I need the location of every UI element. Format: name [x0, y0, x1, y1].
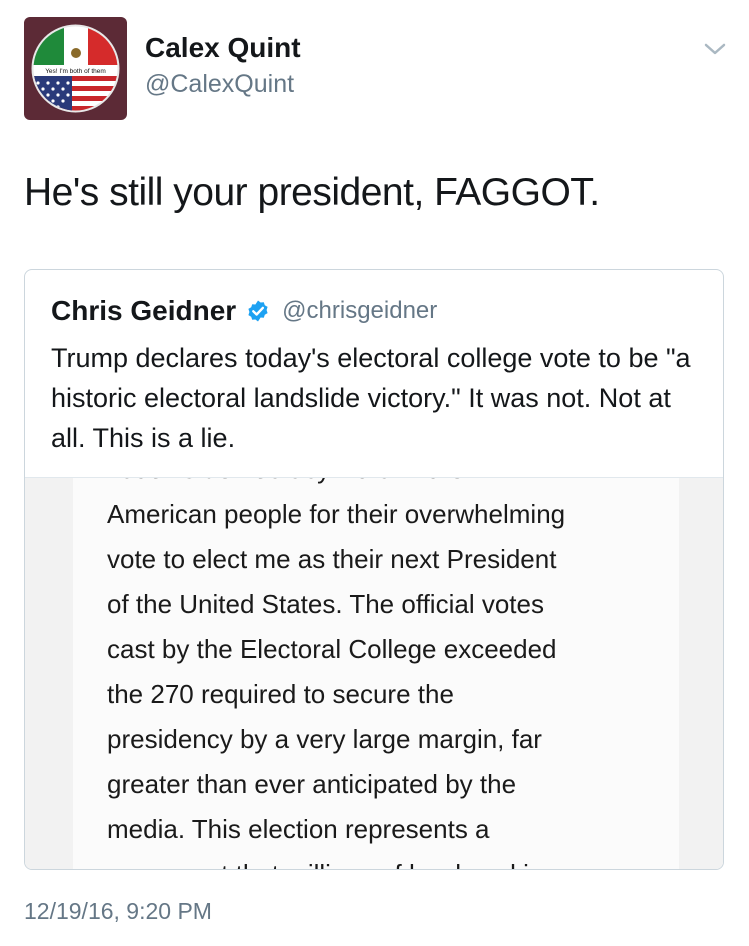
chevron-down-icon[interactable] [702, 40, 728, 58]
document-line: greater than ever anticipated by the [107, 769, 517, 799]
document-line: movement that millions of hard working [107, 852, 677, 869]
author-name[interactable]: Calex Quint [145, 34, 301, 62]
document-line: American people for their overwhelming [107, 499, 566, 529]
quoted-author-handle[interactable]: @chrisgeidner [282, 297, 437, 325]
quoted-tweet-header: Chris Geidner @chrisgeidner [51, 294, 437, 328]
document-line: the 270 required to secure the [107, 679, 454, 709]
document-line: nation's democracy. I thank the [107, 478, 677, 492]
tweet-timestamp[interactable]: 12/19/16, 9:20 PM [24, 898, 212, 925]
document-line: vote to elect me as their next President [107, 544, 557, 574]
verified-badge-icon [248, 300, 268, 322]
document-line: cast by the Electoral College exceeded [107, 634, 557, 664]
avatar[interactable]: Yes! I'm both of them [24, 17, 127, 120]
document-text: nation's democracy. I thank the American … [107, 478, 677, 869]
quoted-author-name[interactable]: Chris Geidner [51, 295, 236, 327]
quoted-media-image[interactable]: nation's democracy. I thank the American … [25, 477, 723, 869]
document-line: media. This election represents a [107, 814, 490, 844]
document-line: presidency by a very large margin, far [107, 724, 542, 754]
quoted-tweet[interactable]: Chris Geidner @chrisgeidner Trump declar… [24, 269, 724, 870]
quoted-tweet-text: Trump declares today's electoral college… [51, 343, 691, 453]
document-line: of the United States. The official votes [107, 589, 544, 619]
author-handle[interactable]: @CalexQuint [145, 72, 294, 97]
avatar-caption: Yes! I'm both of them [45, 68, 106, 75]
tweet-text: He's still your president, FAGGOT. [24, 171, 600, 214]
